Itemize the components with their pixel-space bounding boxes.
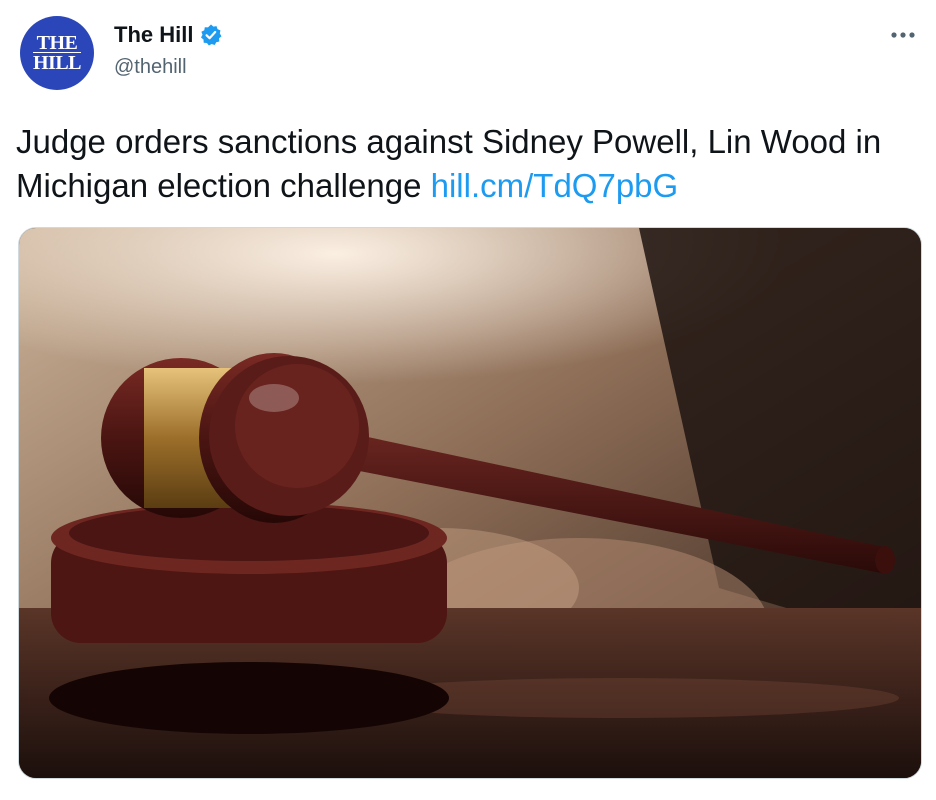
tweet-media-image[interactable] (18, 227, 922, 779)
verified-badge-icon (199, 23, 223, 47)
tweet-header: THE HILL The Hill @thehill (20, 16, 920, 96)
name-row: The Hill (114, 22, 223, 48)
gavel-photo (19, 228, 921, 778)
tweet-text: Judge orders sanctions against Sidney Po… (16, 120, 916, 208)
avatar-text-line1: THE (36, 31, 78, 54)
account-name[interactable]: The Hill (114, 22, 193, 48)
avatar-text-line2: HILL (32, 52, 82, 74)
more-options-icon[interactable] (886, 20, 920, 50)
tweet-link[interactable]: hill.cm/TdQ7pbG (431, 167, 679, 204)
avatar[interactable]: THE HILL (20, 16, 94, 90)
account-handle[interactable]: @thehill (114, 56, 187, 79)
